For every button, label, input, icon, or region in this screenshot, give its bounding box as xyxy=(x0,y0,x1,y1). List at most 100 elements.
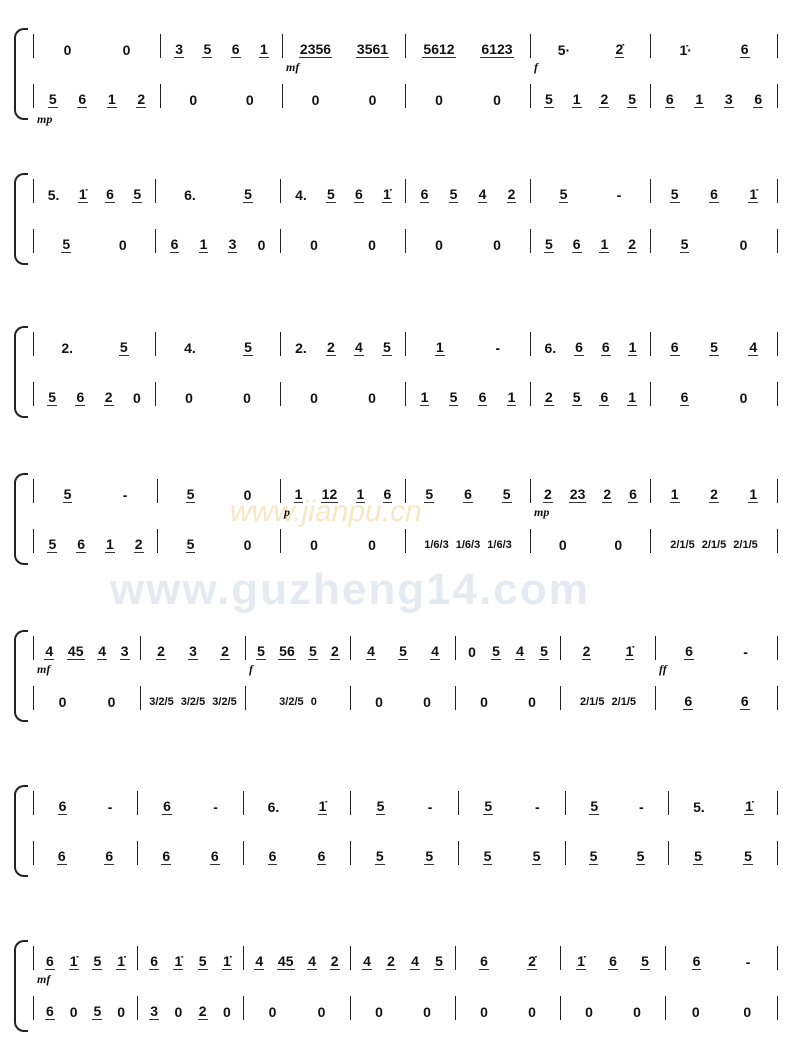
dynamic-marking: mf xyxy=(37,972,51,986)
note: 6 xyxy=(354,186,364,203)
note: 5 xyxy=(448,186,459,203)
note: 6 xyxy=(162,798,172,815)
note: 5 xyxy=(308,643,318,660)
note: 5 xyxy=(92,1003,103,1020)
note: 3 xyxy=(723,91,734,108)
measure: 1̇ 6 5 xyxy=(560,946,665,970)
note: 6 xyxy=(76,536,87,553)
note: 5 xyxy=(543,91,554,108)
note: 5 xyxy=(571,389,582,406)
note: 0 xyxy=(69,1004,78,1020)
note: 5 xyxy=(539,643,549,660)
note: 2 xyxy=(543,389,554,406)
measure: 55 xyxy=(350,841,458,865)
measure: 50 xyxy=(33,229,155,253)
note: 1 xyxy=(627,339,638,356)
note: 0 xyxy=(375,1004,383,1020)
measure: 6 2̇ xyxy=(455,946,560,970)
measure: 50 xyxy=(157,479,280,503)
note: 2 xyxy=(197,1003,208,1020)
note: 56 xyxy=(278,643,296,660)
note: 6 xyxy=(463,486,473,503)
note: 0 xyxy=(317,1004,326,1020)
note: 5 xyxy=(588,848,599,865)
measure: 50 xyxy=(157,529,280,553)
note: 5. xyxy=(47,187,60,203)
note: 5 xyxy=(256,643,266,660)
note: 0 xyxy=(185,390,193,406)
note: 0 xyxy=(691,1004,700,1020)
note: 1̇· xyxy=(679,42,692,58)
note: 1 xyxy=(627,389,638,406)
note: 2 xyxy=(330,643,340,660)
note: 5 xyxy=(709,339,719,356)
note: 4 xyxy=(748,339,759,356)
note: 45 xyxy=(66,643,85,660)
upper-stave: 6 1̇ 5 1̇ 6 1̇ 5 1̇ 4 45 4 2 4 2 4 5 6 2̇ 1̇ 6 5 6- xyxy=(33,946,778,970)
measure: 00 xyxy=(280,529,405,553)
note: 5 xyxy=(558,186,569,203)
note: 6 xyxy=(267,848,278,865)
note: 5 xyxy=(47,91,58,108)
measure: 0545 xyxy=(455,636,560,660)
measure: 00 xyxy=(280,382,405,406)
note: 6 xyxy=(628,486,638,503)
measure: 5612 xyxy=(530,229,650,253)
measure: 2 3 2 xyxy=(140,636,245,660)
measure: 00 xyxy=(405,84,530,108)
note: 6 xyxy=(709,186,719,203)
measure: 4245 xyxy=(350,946,455,970)
note: 5· xyxy=(557,42,571,58)
note: 3 xyxy=(149,1003,160,1020)
note: 5 xyxy=(243,339,253,356)
measure: 00 xyxy=(665,996,778,1020)
measure: 00 xyxy=(455,996,560,1020)
score-system: 6-6-6. 1̇ 5-5-5-5. 1̇ 6 6 6 6 6 6 5 5 5 5 5 5 5 5 xyxy=(0,777,800,887)
system-brace xyxy=(14,326,28,418)
note: 4 xyxy=(44,643,55,660)
measure: 55 xyxy=(458,841,565,865)
note: 6 xyxy=(57,798,68,815)
measure: 00 xyxy=(280,229,405,253)
note: 1̇ xyxy=(68,953,79,970)
dynamic-marking: f xyxy=(534,60,538,74)
note: 5 xyxy=(326,186,336,203)
note: 0 xyxy=(63,42,72,58)
note: 5 xyxy=(375,798,386,815)
upper-stave: 0 0 3 5 6 1 2356 3561 5612 6123 5· 2̇ 1̇· 6 xyxy=(33,34,778,58)
note: 5 xyxy=(543,236,554,253)
note: 2 xyxy=(599,91,610,108)
note: - xyxy=(616,187,622,203)
note: 1 xyxy=(571,91,582,108)
note: 1̇ xyxy=(382,186,392,203)
note: 0 xyxy=(174,1004,183,1020)
note: 5 xyxy=(47,389,58,406)
note: 5 xyxy=(424,486,435,503)
note: 5 xyxy=(531,848,542,865)
note: 4 xyxy=(354,339,364,356)
note: - xyxy=(534,799,540,815)
measure: 2. 2 4 5 xyxy=(280,332,405,356)
note: 5 xyxy=(185,536,196,553)
note: 5 xyxy=(448,389,459,406)
note: 0 xyxy=(585,1004,593,1020)
note: 2 xyxy=(602,486,613,503)
note: - xyxy=(495,340,501,356)
note: 5 xyxy=(398,643,408,660)
note: 23 xyxy=(568,486,587,503)
note: 0 xyxy=(743,1004,752,1020)
note: 0 xyxy=(435,237,443,253)
measure: 562 0 xyxy=(33,382,155,406)
note: 6 xyxy=(105,186,115,203)
note: 6 xyxy=(691,953,702,970)
measure: 6 1̇ 5 1̇ xyxy=(137,946,243,970)
note: 0 xyxy=(493,237,501,253)
note: 2 xyxy=(506,186,517,203)
measure: 2356 3561 xyxy=(282,34,405,58)
note: 4 xyxy=(430,643,440,660)
dynamic-marking: f xyxy=(249,662,253,676)
lower-stave: 562000001561256160 xyxy=(33,382,778,406)
note: 3561 xyxy=(355,41,390,58)
dynamic-marking: ff xyxy=(659,662,667,676)
note: 4 xyxy=(515,643,525,660)
